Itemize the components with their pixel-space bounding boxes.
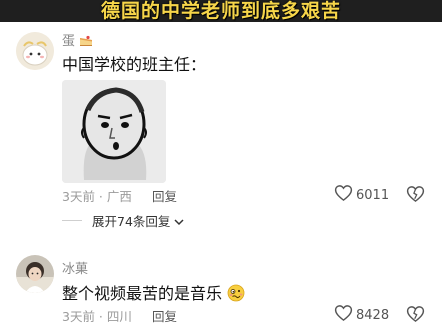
comment-meta: 3天前 · 广西 [62, 189, 132, 204]
cake-slice-emoji-icon [79, 34, 93, 51]
comment-username[interactable]: 蛋 [62, 30, 93, 51]
like-button[interactable]: 8428 [334, 304, 389, 326]
expand-replies-button[interactable]: 展开74条回复 [62, 211, 184, 230]
comment-text: 中国学校的班主任： [62, 55, 207, 74]
video-title: 德国的中学老师到底多艰苦 [100, 0, 341, 22]
expand-replies-label: 展开74条回复 [92, 214, 171, 229]
like-count: 8428 [356, 307, 390, 323]
reply-button[interactable]: 回复 [152, 186, 177, 205]
chevron-down-icon [174, 211, 184, 230]
avatar[interactable] [16, 32, 54, 70]
heart-outline-icon [334, 304, 353, 326]
like-count: 6011 [356, 187, 390, 203]
like-button[interactable]: 6011 [334, 184, 389, 206]
dislike-button[interactable] [406, 305, 425, 327]
avatar[interactable] [16, 255, 54, 293]
video-title-overlay: 德国的中学老师到底多艰苦 [0, 0, 442, 22]
comment-username[interactable]: 冰菓 [62, 258, 88, 277]
comment-location: 四川 [106, 309, 132, 324]
dislike-button[interactable] [406, 185, 425, 207]
comment-location: 广西 [106, 189, 132, 204]
reply-button[interactable]: 回复 [152, 306, 177, 325]
broken-heart-icon [406, 305, 425, 327]
comment-meta: 3天前 · 四川 [62, 309, 132, 324]
comment-time: 3天前 [62, 309, 95, 324]
heart-outline-icon [334, 184, 353, 206]
comment-text: 整个视频最苦的是音乐 [62, 280, 245, 306]
woozy-face-emoji-icon [227, 284, 245, 306]
comment-time: 3天前 [62, 189, 95, 204]
divider [62, 220, 82, 221]
meme-sticker-image[interactable] [62, 80, 166, 183]
broken-heart-icon [406, 185, 425, 207]
